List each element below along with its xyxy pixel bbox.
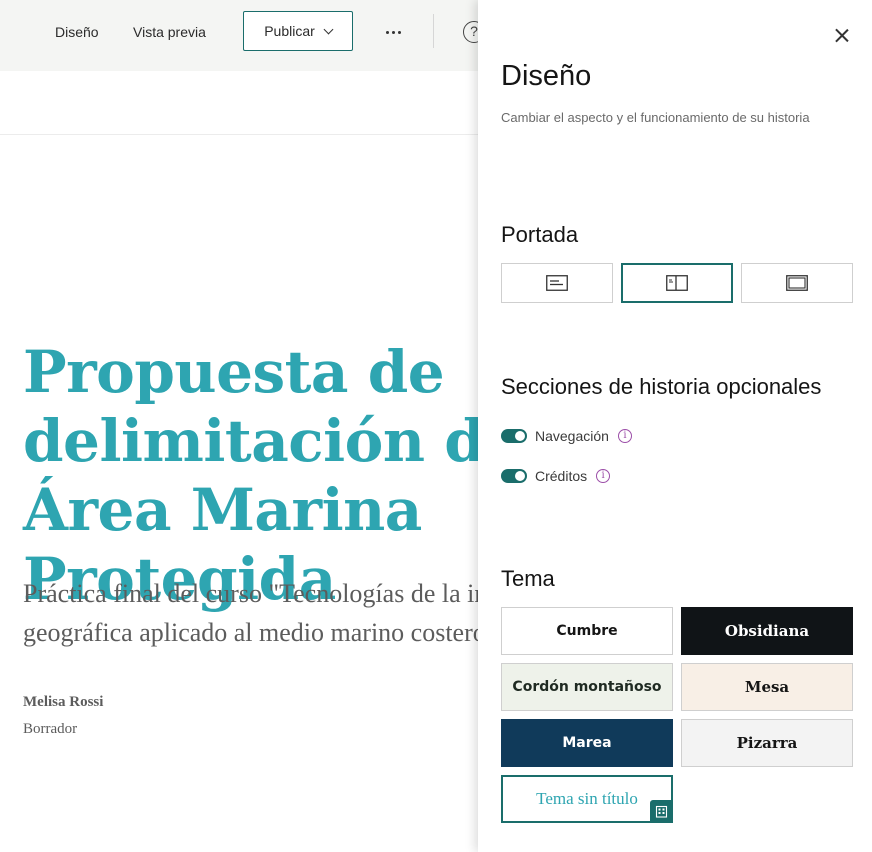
custom-theme-label: Tema sin título <box>536 789 638 808</box>
info-icon[interactable]: i <box>596 469 611 483</box>
info-icon[interactable]: i <box>617 429 632 443</box>
subheader-divider <box>0 134 478 135</box>
theme-option[interactable]: Pizarra <box>681 719 853 767</box>
cover-minimal-icon <box>546 275 568 291</box>
panel-description: Cambiar el aspecto y el funcionamiento d… <box>501 110 810 125</box>
cover-full-button[interactable] <box>741 263 853 303</box>
theme-option[interactable]: Mesa <box>681 663 853 711</box>
credits-toggle-row: Créditos i <box>501 468 611 484</box>
building-icon <box>650 800 673 823</box>
publish-label: Publicar <box>264 23 315 39</box>
optional-sections-heading: Secciones de historia opcionales <box>501 374 822 399</box>
theme-label: Cumbre <box>556 623 618 639</box>
credits-label: Créditos <box>535 468 588 484</box>
more-options-button[interactable] <box>380 20 406 44</box>
story-author: Melisa Rossi <box>23 694 104 710</box>
chevron-down-icon <box>323 24 334 34</box>
cover-full-icon <box>786 275 808 291</box>
credits-toggle[interactable] <box>501 469 527 483</box>
publish-button[interactable]: Publicar <box>243 11 353 51</box>
theme-option[interactable]: Cordón montañoso <box>501 663 673 711</box>
design-panel: Diseño Cambiar el aspecto y el funcionam… <box>478 0 872 852</box>
design-nav-link[interactable]: Diseño <box>55 24 99 40</box>
story-builder-page: Diseño Vista previa Publicar ? Propuesta… <box>0 0 872 852</box>
cover-heading: Portada <box>501 222 579 247</box>
theme-heading: Tema <box>501 566 555 591</box>
ellipsis-dot-icon <box>391 30 395 34</box>
theme-option[interactable]: Cumbre <box>501 607 673 655</box>
custom-theme-button[interactable]: Tema sin título <box>501 775 673 823</box>
panel-title: Diseño <box>501 60 592 92</box>
ellipsis-dot-icon <box>385 30 389 34</box>
navigation-toggle[interactable] <box>501 429 527 443</box>
navigation-label: Navegación <box>535 428 609 444</box>
ellipsis-dot-icon <box>397 30 401 34</box>
theme-label: Obsidiana <box>724 622 810 640</box>
theme-option[interactable]: Obsidiana <box>681 607 853 655</box>
cover-sidebyside-icon <box>666 275 688 291</box>
cover-minimal-button[interactable] <box>501 263 613 303</box>
theme-label: Cordón montañoso <box>512 679 662 695</box>
navigation-toggle-row: Navegación i <box>501 428 632 444</box>
cover-sidebyside-button[interactable] <box>621 263 733 303</box>
theme-label: Pizarra <box>736 734 798 752</box>
theme-label: Mesa <box>744 678 790 696</box>
theme-label: Marea <box>562 735 612 751</box>
header-divider <box>433 14 434 48</box>
close-icon[interactable] <box>833 26 851 44</box>
preview-nav-link[interactable]: Vista previa <box>133 24 206 40</box>
story-status: Borrador <box>23 721 78 737</box>
theme-option[interactable]: Marea <box>501 719 673 767</box>
